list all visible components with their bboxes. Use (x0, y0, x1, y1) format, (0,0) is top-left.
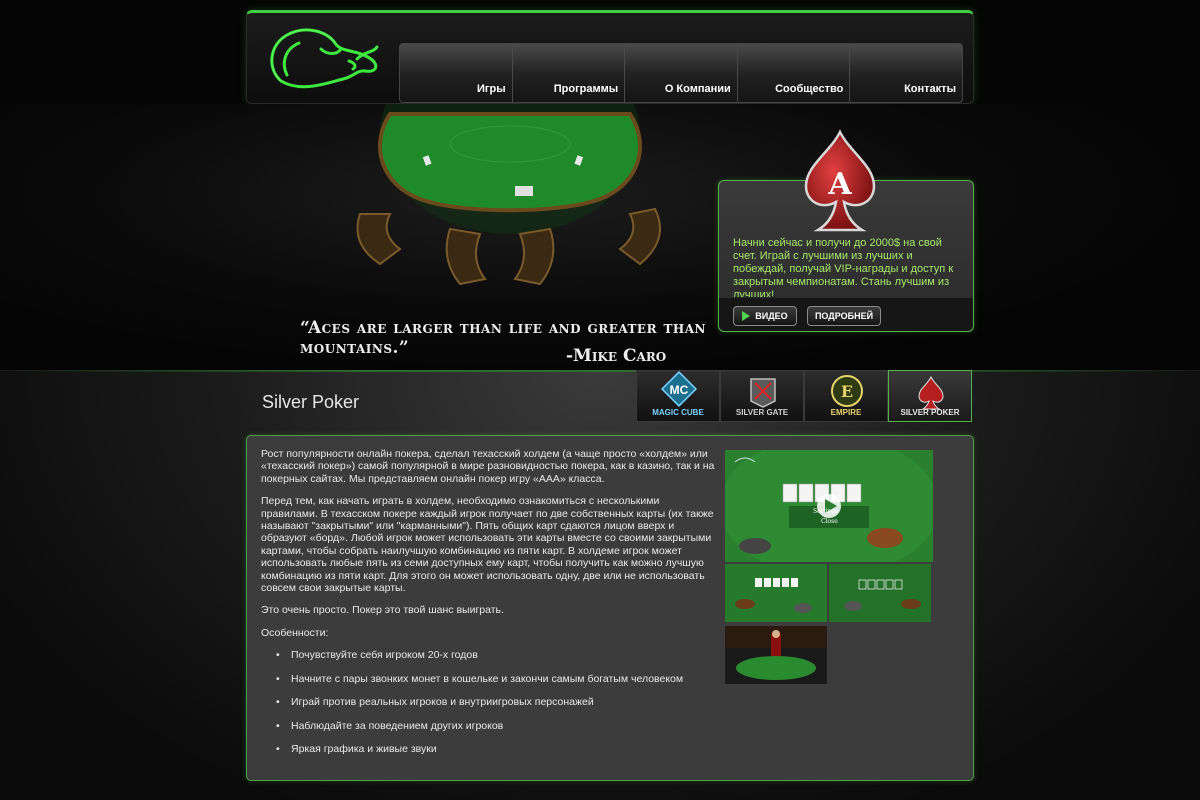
site-header: Игры Программы О Компании Сообщество Кон… (246, 10, 974, 104)
tab-silver-gate[interactable]: SILVER GATE (720, 370, 804, 422)
list-item: Играй против реальных игроков и внутрииг… (261, 696, 717, 709)
tab-empire-label: EMPIRE (830, 408, 862, 417)
svg-text:A: A (827, 167, 852, 202)
paragraph-tagline: Это очень просто. Покер это твой шанс вы… (261, 604, 504, 617)
content-panel: Рост популярности онлайн покера, сделал … (246, 435, 974, 781)
video-button[interactable]: ВИДЕО (733, 306, 797, 326)
nav-item-games[interactable]: Игры (400, 44, 512, 102)
list-item: Яркая графика и живые звуки (261, 743, 717, 756)
promo-text: Начни сейчас и получи до 2000$ на свой с… (733, 237, 954, 301)
page-title: Silver Poker (262, 392, 360, 412)
more-button-label: ПОДРОБНЕЙ (814, 311, 874, 321)
description: Рост популярности онлайн покера, сделал … (261, 448, 717, 766)
hero-banner: “Aces are larger than life and greater t… (0, 104, 1200, 372)
svg-text:MC: MC (670, 383, 689, 397)
tab-silver-poker[interactable]: SILVER POKER (888, 370, 972, 422)
tab-magic-cube[interactable]: MC MAGIC CUBE (636, 370, 720, 422)
screenshot-thumb-2[interactable] (829, 564, 931, 622)
features-heading: Особенности: (261, 626, 329, 639)
nav-item-community[interactable]: Сообщество (736, 44, 850, 102)
rat-logo[interactable] (261, 19, 391, 101)
quote-author: -Mike Caro (566, 346, 667, 366)
paragraph-rules: Перед тем, как начать играть в холдем, н… (261, 495, 714, 595)
features-list: Почувствуйте себя игроком 20-х годов Нач… (261, 649, 717, 755)
play-icon (742, 311, 751, 321)
list-item: Почувствуйте себя игроком 20-х годов (261, 649, 717, 662)
nav-item-contacts[interactable]: Контакты (849, 44, 962, 102)
paragraph-intro: Рост популярности онлайн покера, сделал … (261, 448, 715, 485)
nav-item-about[interactable]: О Компании (624, 44, 737, 102)
silver-poker-icon (918, 375, 944, 410)
game-tabs: MC MAGIC CUBE SILVER GATE E EMPIRE SILVE… (636, 370, 972, 422)
tab-empire[interactable]: E EMPIRE (804, 370, 888, 422)
video-button-label: ВИДЕО (755, 311, 788, 321)
silver-gate-icon (750, 378, 776, 408)
screenshot-thumb-1[interactable] (725, 564, 827, 622)
band-divider (0, 370, 1200, 372)
magic-cube-icon: MC (660, 370, 698, 408)
ace-of-spades-icon: A (804, 129, 876, 232)
promo-actions: ВИДЕО ПОДРОБНЕЙ (719, 297, 973, 331)
tab-magic-cube-label: MAGIC CUBE (652, 408, 704, 417)
screenshot-thumb-3[interactable] (725, 626, 827, 684)
nav-item-programs[interactable]: Программы (511, 44, 625, 102)
menu-item-close: Close (821, 518, 838, 525)
list-item: Начните с пары звонких монет в кошельке … (261, 673, 717, 686)
poker-table-illustration (356, 104, 661, 286)
tab-silver-gate-label: SILVER GATE (735, 408, 789, 417)
list-item: Наблюдайте за поведением других игроков (261, 720, 717, 733)
video-preview-image (725, 450, 933, 562)
menu-item-settings: Settings (813, 508, 839, 515)
more-button[interactable]: ПОДРОБНЕЙ (807, 306, 881, 326)
tab-silver-poker-label: SILVER POKER (900, 408, 960, 417)
svg-text:E: E (841, 382, 853, 401)
main-nav: Игры Программы О Компании Сообщество Кон… (399, 43, 963, 103)
empire-icon: E (831, 375, 863, 407)
video-preview[interactable]: Settings Close (725, 450, 933, 562)
